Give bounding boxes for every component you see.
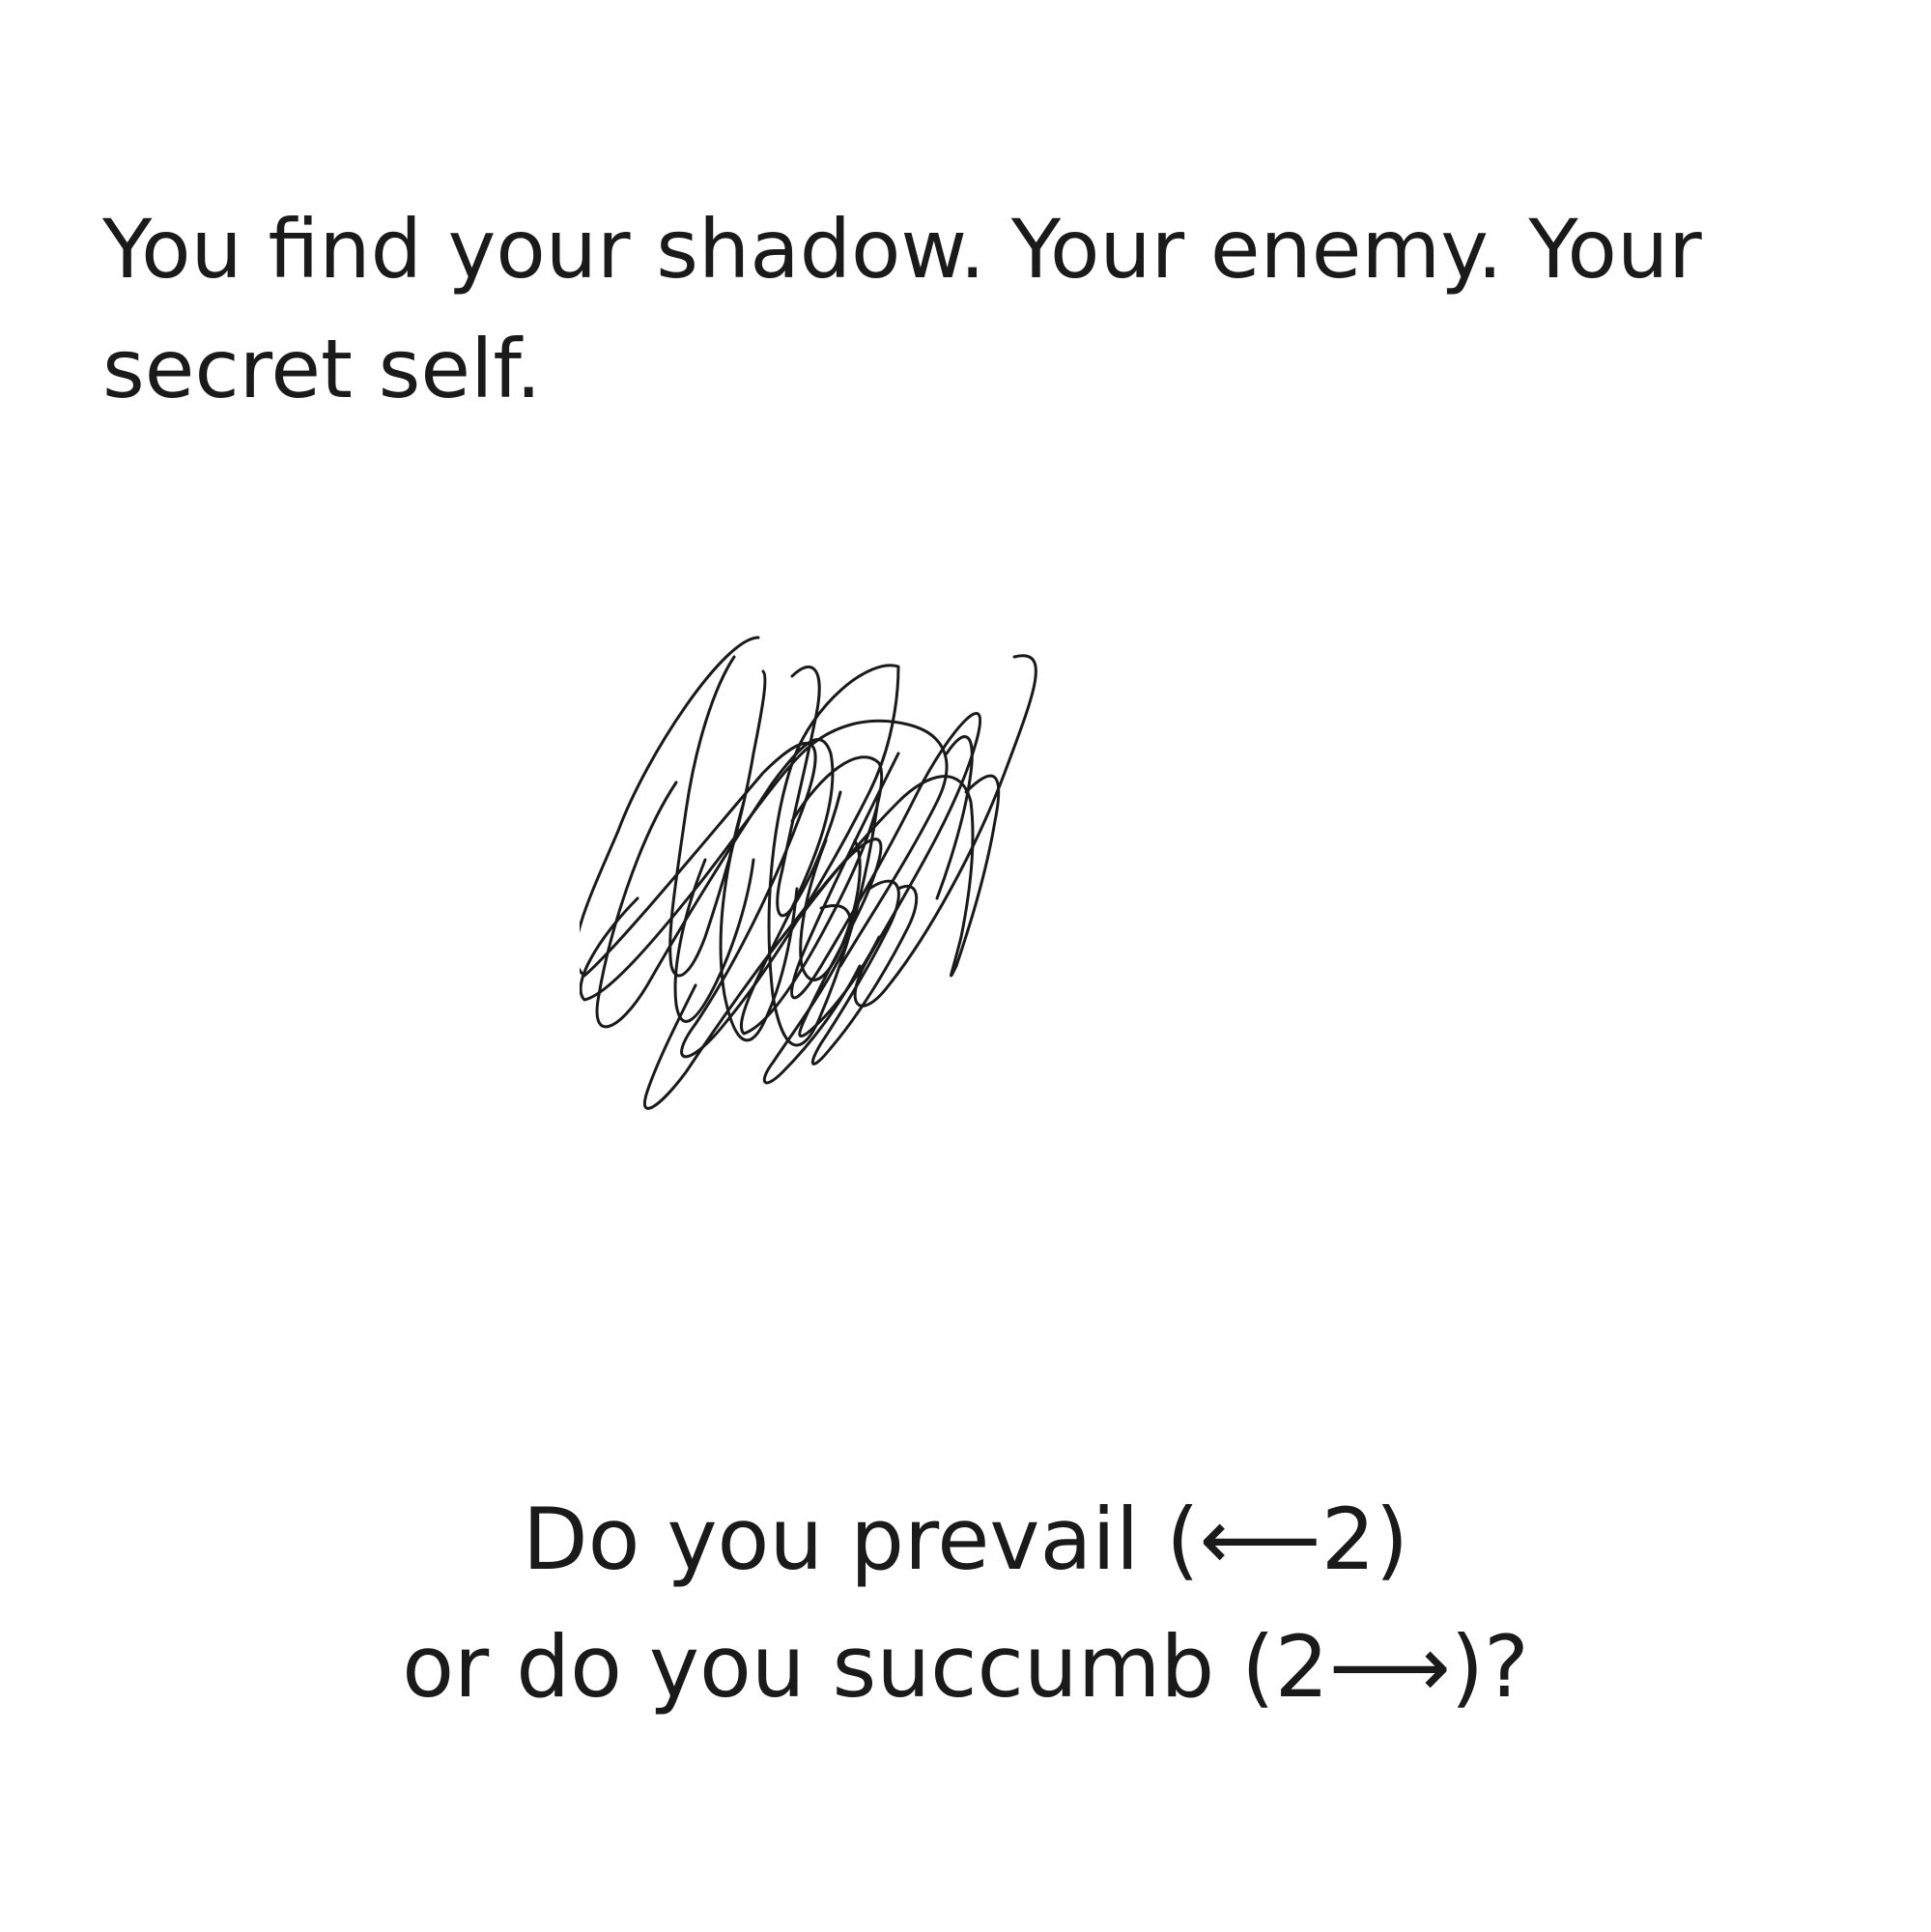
succumb-option[interactable]: or do you succumb (2⟶)? [0, 1604, 1931, 1731]
prevail-option[interactable]: Do you prevail (⟵2) [0, 1476, 1931, 1604]
choice-prompt: Do you prevail (⟵2) or do you succumb (2… [0, 1476, 1931, 1731]
story-text: You find your shadow. Your enemy. Your s… [102, 202, 1702, 416]
shadow-scribble-icon [580, 636, 1037, 1110]
